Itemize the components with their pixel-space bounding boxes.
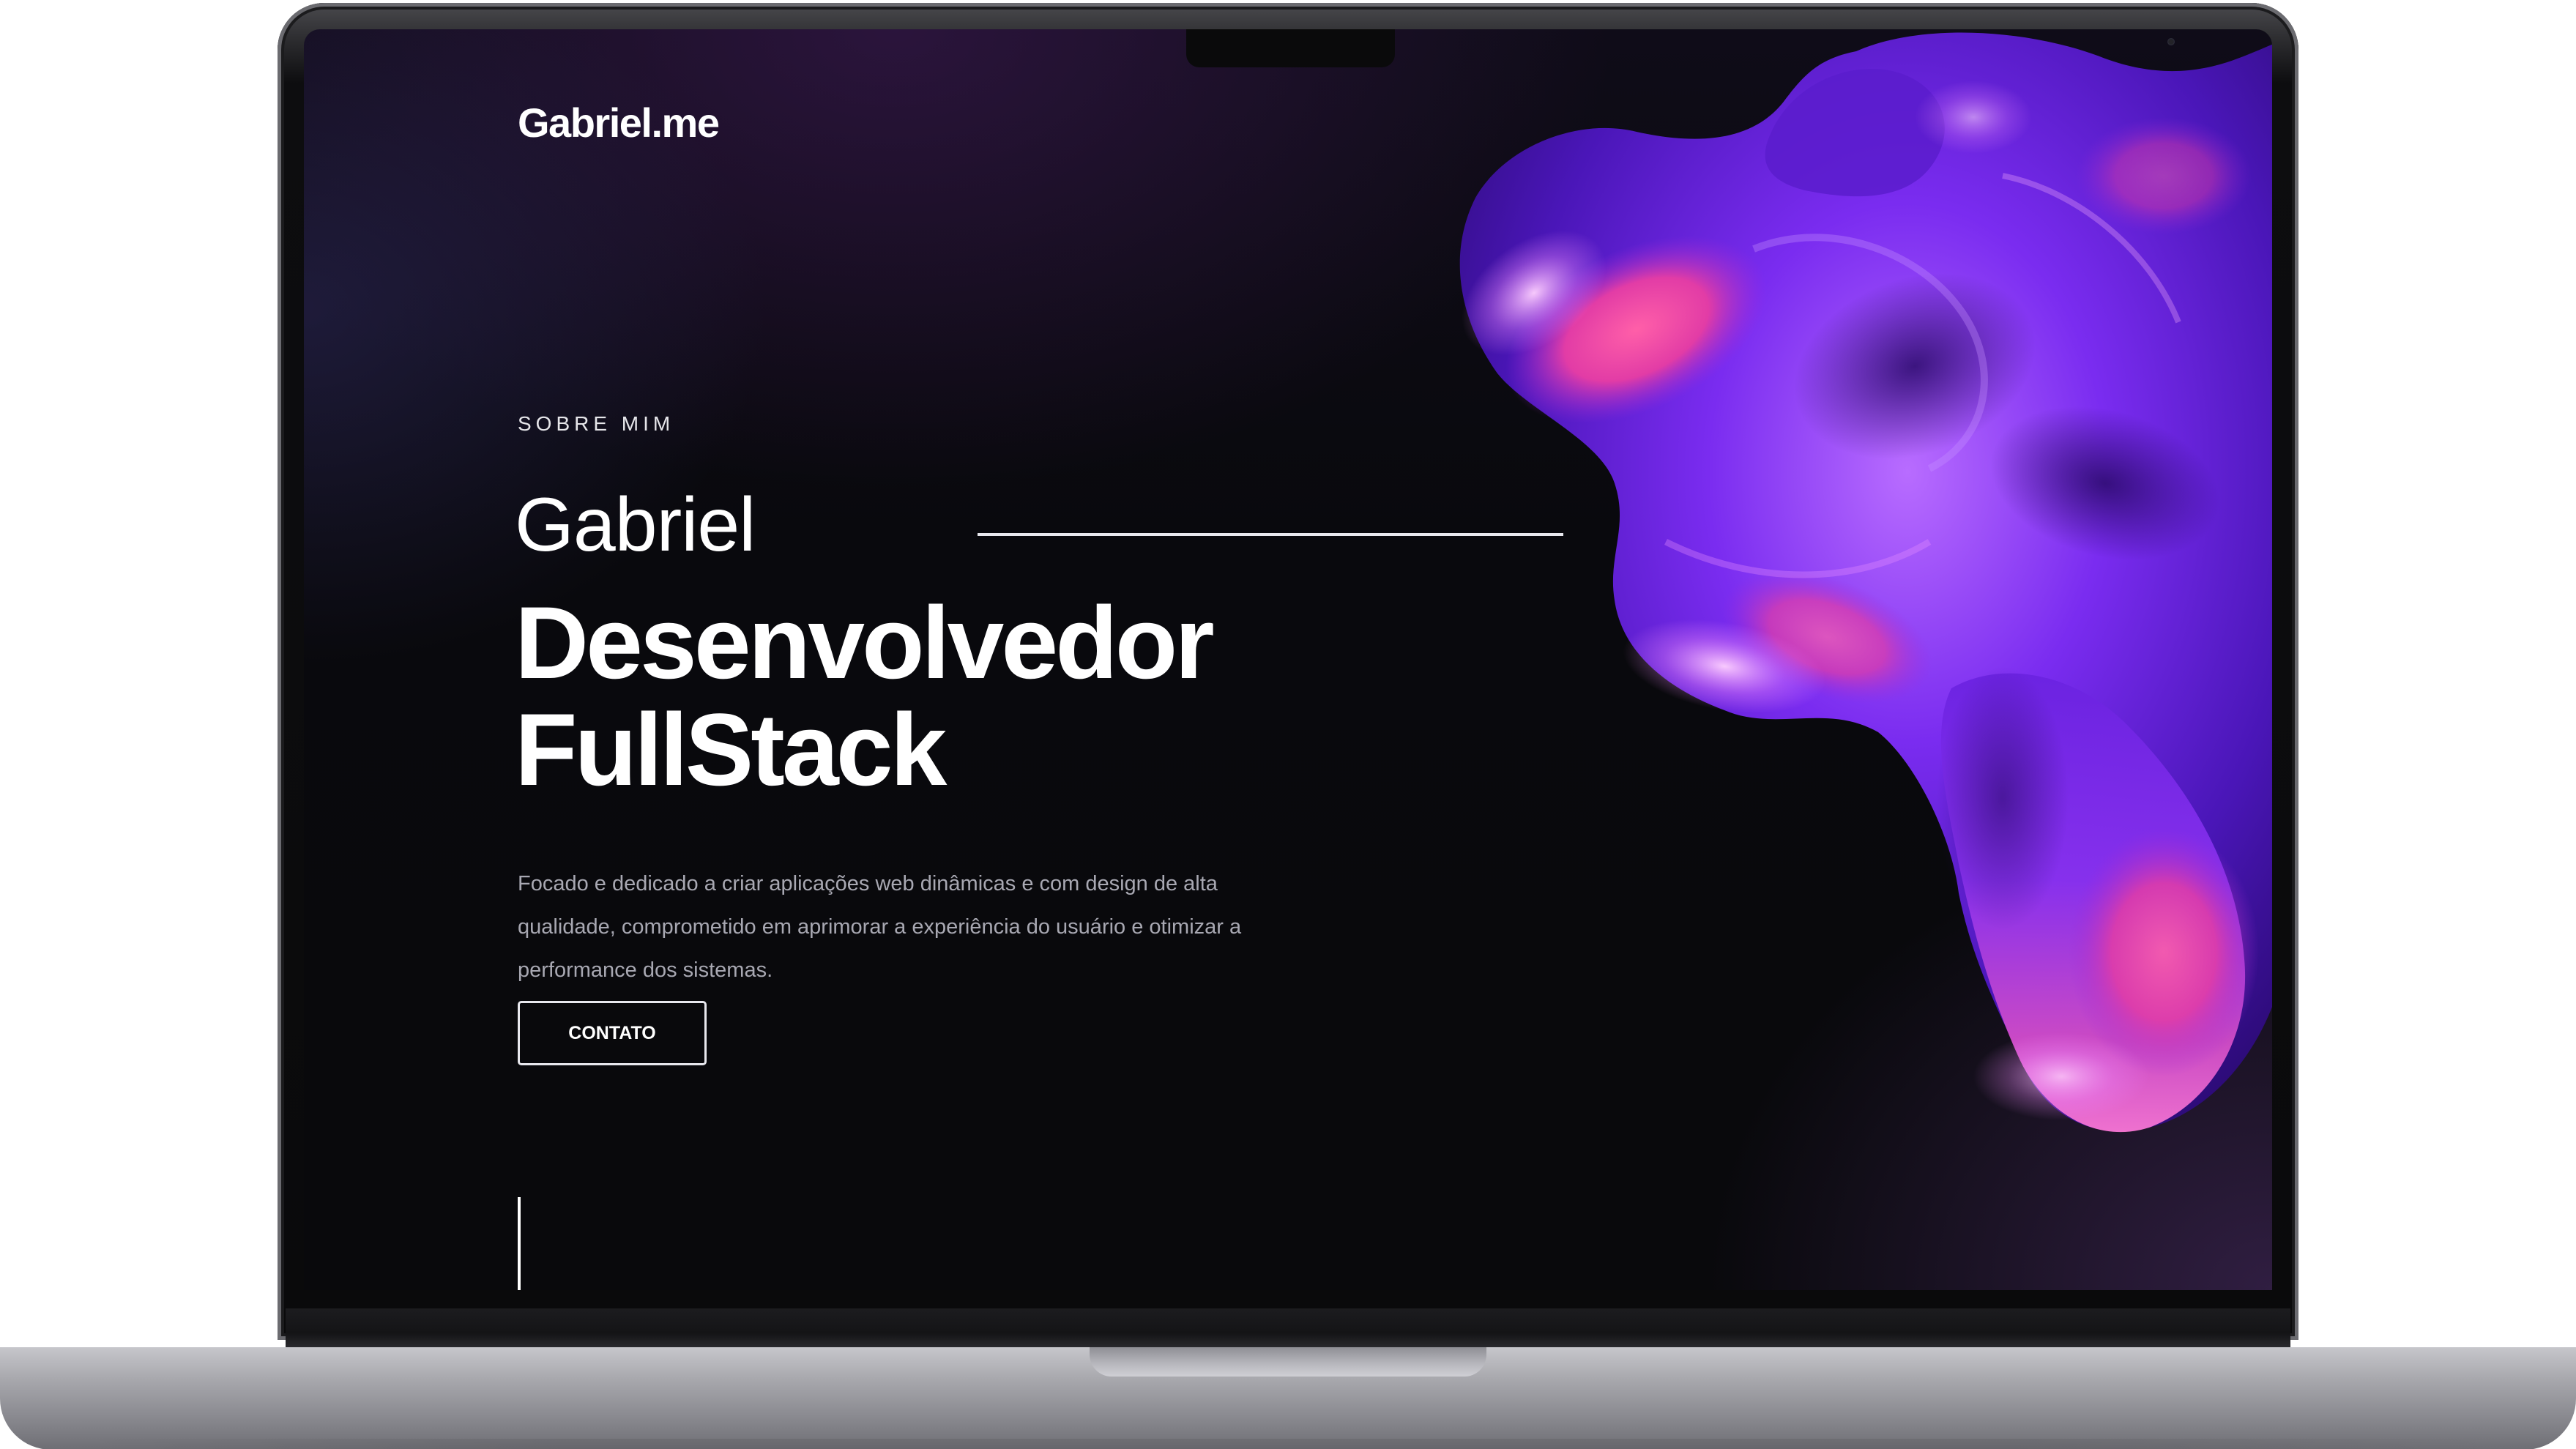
headline-line-1: Desenvolvedor: [515, 585, 1215, 700]
contact-button[interactable]: CONTATO: [518, 1001, 707, 1065]
camera-icon: [2167, 38, 2175, 45]
hero-description: Focado e dedicado a criar aplicações web…: [518, 872, 1242, 982]
laptop-hinge: [286, 1308, 2290, 1349]
headline-line-2: FullStack: [515, 692, 947, 807]
device-mockup: Gabriel.me SOBRE MIM Gabriel Desenvolved…: [0, 0, 2576, 1449]
hero-headline: Desenvolvedor FullStack: [515, 585, 1215, 807]
hero-name: Gabriel: [515, 483, 756, 567]
section-label: SOBRE MIM: [518, 412, 675, 435]
scroll-indicator-line: [518, 1197, 521, 1290]
laptop-screen: Gabriel.me SOBRE MIM Gabriel Desenvolved…: [304, 29, 2272, 1290]
laptop-opening-notch: [1090, 1347, 1486, 1377]
laptop-shadow: [73, 1439, 2503, 1449]
abstract-blob-image: [1459, 32, 2272, 1133]
decorative-divider-line: [978, 533, 1563, 536]
site-logo[interactable]: Gabriel.me: [518, 99, 720, 146]
camera-notch: [1186, 29, 2175, 67]
